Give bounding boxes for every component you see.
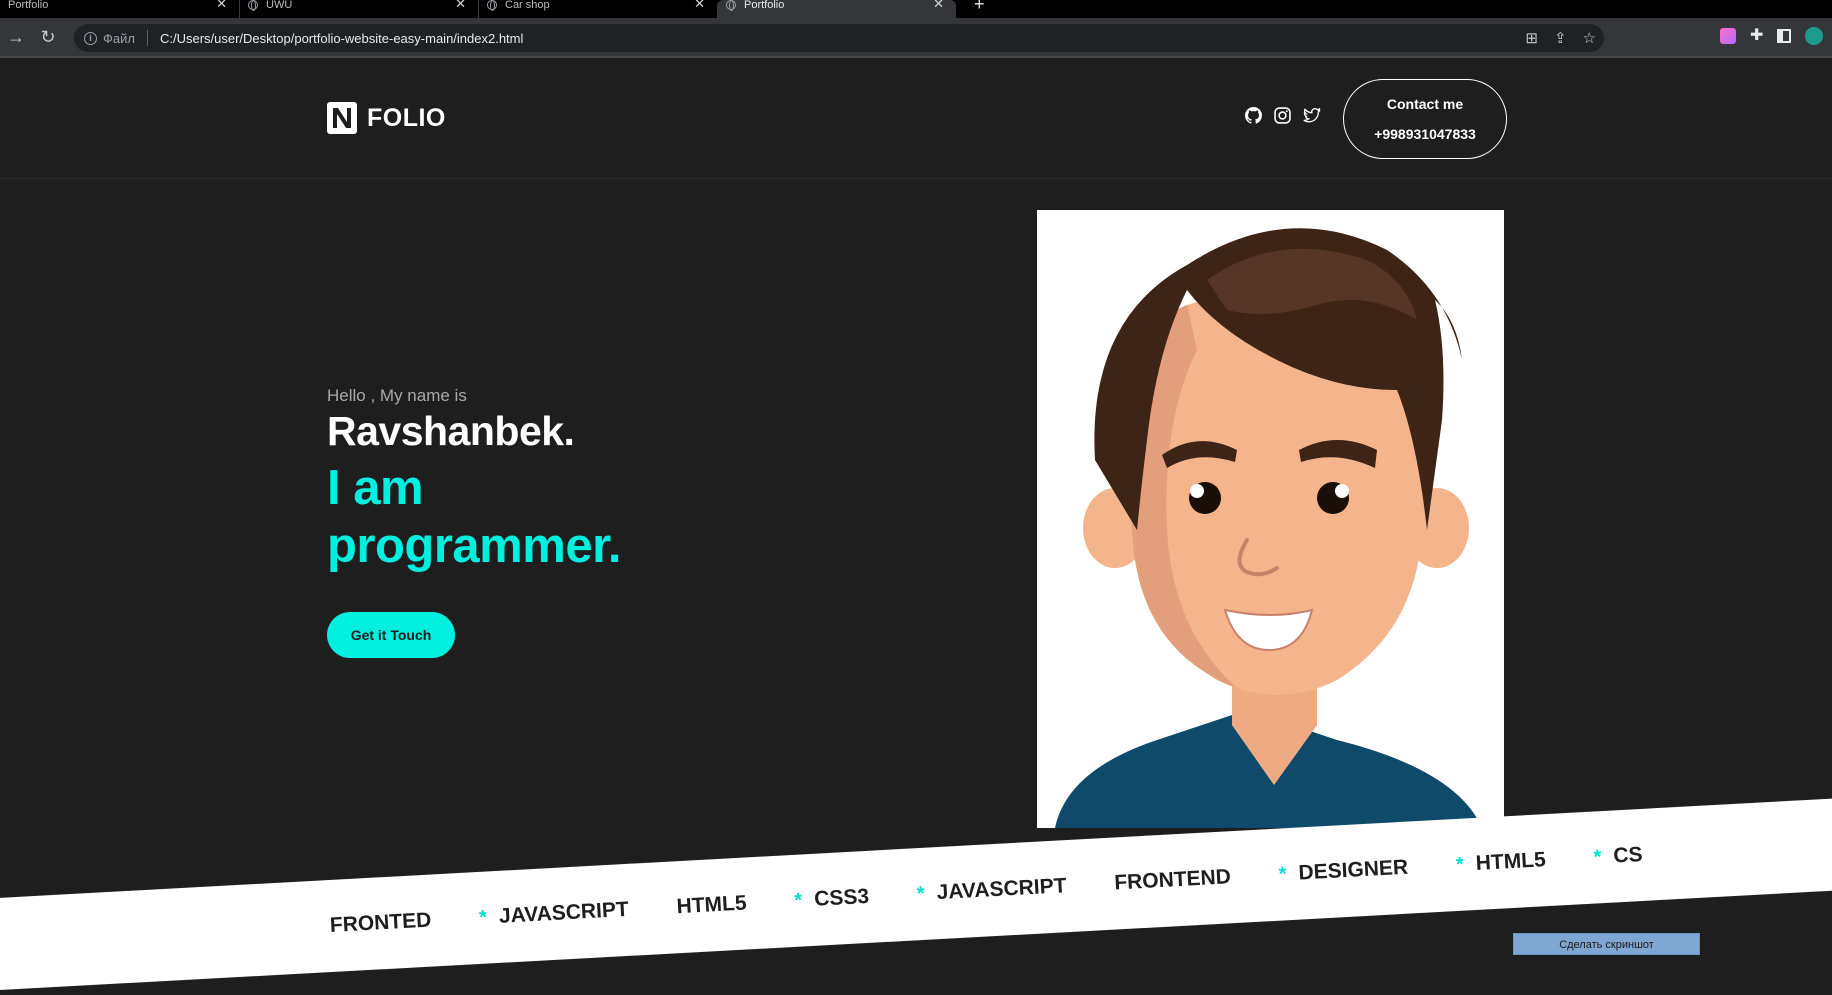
asterisk-icon: * (1455, 853, 1465, 876)
site-header: FOLIO Contact me +998931047833 (0, 60, 1832, 179)
marquee-item: * DESIGNER (1278, 855, 1409, 886)
hero-intro: Hello , My name is Ravshanbek. I am prog… (327, 386, 667, 575)
profile-avatar[interactable] (1805, 27, 1824, 45)
bookmark-star-icon[interactable]: ☆ (1583, 29, 1596, 47)
globe-icon (726, 0, 736, 11)
marquee-item: * JAVASCRIPT (478, 897, 630, 929)
side-panel-icon[interactable] (1777, 29, 1792, 43)
globe-icon (248, 0, 258, 11)
logo-text: FOLIO (367, 103, 446, 132)
marquee-item: FRONTED (329, 908, 432, 938)
page: FOLIO Contact me +998931047833 Hello , M… (0, 60, 1832, 995)
marquee-item: * HTML5 (1455, 848, 1547, 876)
tab-title: UWU (266, 0, 293, 11)
github-icon[interactable] (1245, 107, 1262, 124)
close-icon[interactable]: ✕ (216, 0, 227, 10)
globe-icon (487, 0, 497, 11)
new-tab-button[interactable]: + (974, 0, 985, 13)
tab-title: Car shop (505, 0, 550, 11)
tab-strip: Portfolio ✕ UWU ✕ Car shop ✕ Portfolio ✕… (0, 0, 1832, 18)
asterisk-icon: * (478, 906, 488, 929)
tab-uwu[interactable]: UWU ✕ (239, 0, 478, 18)
url-text[interactable]: C:/Users/user/Desktop/portfolio-website-… (160, 31, 523, 46)
contact-label: Contact me (1386, 96, 1464, 112)
avatar-illustration (1037, 210, 1504, 828)
social-links (1245, 107, 1321, 124)
marquee-item: HTML5 (676, 891, 748, 919)
divider (146, 30, 148, 46)
omnibox-actions: ⊞ ⇪ ☆ (1525, 29, 1596, 47)
scheme-label: Файл (103, 30, 135, 46)
hero-role: I am programmer. (327, 461, 622, 573)
info-icon[interactable]: i (84, 31, 97, 45)
forward-icon[interactable]: → (0, 27, 32, 48)
asterisk-icon: * (793, 888, 803, 912)
reload-icon[interactable]: ↻ (32, 27, 64, 48)
browser-toolbar: → ↻ i Файл C:/Users/user/Desktop/portfol… (0, 18, 1832, 58)
tab-portfolio-active[interactable]: Portfolio ✕ (717, 0, 956, 18)
translate-icon[interactable]: ⊞ (1525, 29, 1538, 47)
skills-marquee: FRONTED * JAVASCRIPT HTML5 * CSS3 * JAVASCR… (0, 794, 1832, 992)
marquee-item: * JAVASCRIPT (916, 874, 1068, 905)
hero-name: Ravshanbek. (327, 408, 575, 454)
tab-portfolio-1[interactable]: Portfolio ✕ (0, 0, 239, 18)
close-icon[interactable]: ✕ (933, 0, 944, 10)
extension-icon[interactable] (1720, 28, 1736, 44)
marquee-item: * CS (1593, 842, 1644, 869)
address-bar[interactable]: i Файл C:/Users/user/Desktop/portfolio-w… (74, 24, 1604, 52)
contact-me-button[interactable]: Contact me +998931047833 (1343, 79, 1507, 159)
asterisk-icon: * (1593, 845, 1602, 869)
marquee-item: FRONTEND (1113, 865, 1232, 895)
marquee-item: * CSS3 (793, 884, 870, 912)
tab-title: Portfolio (8, 0, 49, 11)
contact-phone: +998931047833 (1374, 126, 1476, 142)
logo-n-icon (327, 102, 357, 134)
asterisk-icon: * (916, 882, 926, 905)
close-icon[interactable]: ✕ (694, 0, 705, 10)
site-logo[interactable]: FOLIO (327, 102, 446, 134)
hero-greeting: Hello , My name is (327, 386, 467, 405)
instagram-icon[interactable] (1274, 107, 1291, 124)
share-icon[interactable]: ⇪ (1554, 29, 1567, 47)
twitter-icon[interactable] (1303, 107, 1321, 124)
puzzle-icon[interactable]: ✚ (1750, 28, 1763, 44)
close-icon[interactable]: ✕ (455, 0, 466, 10)
take-screenshot-button[interactable]: Сделать скриншот (1513, 933, 1700, 955)
tab-title: Portfolio (744, 0, 785, 11)
get-in-touch-button[interactable]: Get it Touch (327, 612, 455, 658)
extensions-area: ✚ (1720, 27, 1824, 45)
tab-car-shop[interactable]: Car shop ✕ (478, 0, 717, 18)
asterisk-icon: * (1278, 862, 1288, 886)
